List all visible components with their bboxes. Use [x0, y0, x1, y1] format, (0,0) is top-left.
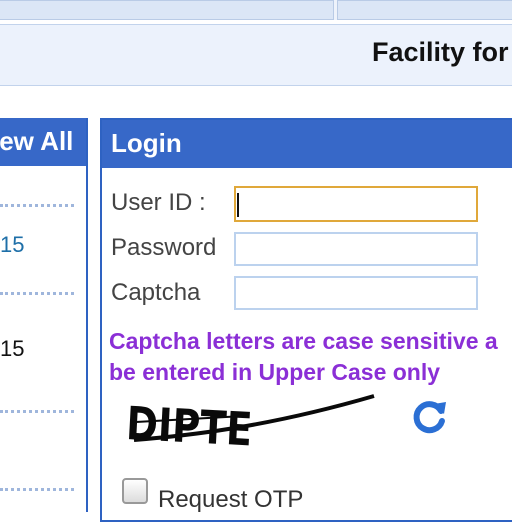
captcha-image: DIPTE	[125, 394, 375, 454]
password-input[interactable]	[234, 232, 478, 266]
user-id-label: User ID :	[111, 189, 206, 216]
text-caret	[237, 193, 239, 217]
password-label: Password	[111, 234, 217, 261]
captcha-notice: Captcha letters are case sensitive a be …	[109, 328, 498, 385]
news-panel-header: iew All	[0, 118, 86, 166]
captcha-label: Captcha	[111, 279, 201, 306]
top-nav-cell	[337, 0, 512, 20]
divider	[0, 204, 74, 207]
news-item-date-link[interactable]: 15	[0, 232, 24, 258]
title-band: Facility for	[0, 24, 512, 86]
divider	[0, 488, 74, 491]
login-panel: Login User ID : Password Captcha Captcha…	[100, 118, 512, 522]
captcha-input[interactable]	[234, 276, 478, 310]
refresh-icon[interactable]	[410, 396, 450, 436]
view-all-link[interactable]: iew All	[0, 126, 73, 157]
captcha-text: DIPTE	[125, 396, 254, 454]
login-heading: Login	[111, 128, 182, 158]
user-id-input[interactable]	[234, 186, 478, 222]
request-otp-checkbox[interactable]	[122, 478, 148, 504]
news-item-date: 15	[0, 336, 25, 361]
request-otp-label: Request OTP	[158, 486, 304, 513]
divider	[0, 292, 74, 295]
news-panel: iew All 15 15	[0, 118, 88, 512]
page-title: Facility for	[372, 37, 509, 67]
login-panel-header: Login	[102, 120, 512, 168]
top-nav-cell	[0, 0, 334, 20]
top-nav-strip	[0, 0, 512, 20]
divider	[0, 410, 74, 413]
